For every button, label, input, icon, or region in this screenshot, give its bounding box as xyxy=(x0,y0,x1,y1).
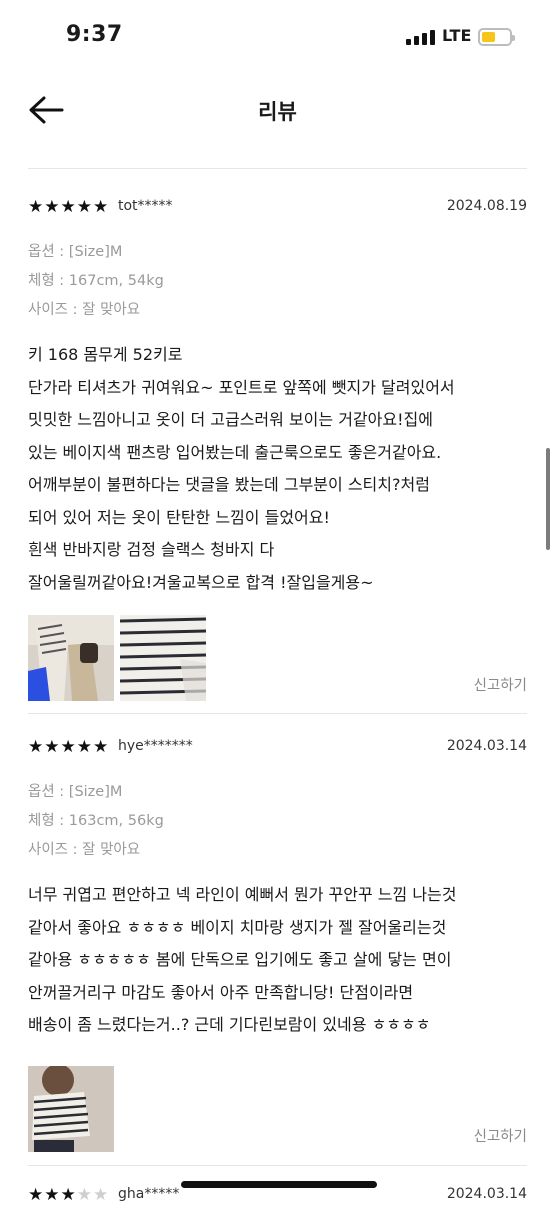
review-photos: 신고하기 xyxy=(28,615,527,701)
scrollbar[interactable] xyxy=(546,448,550,550)
report-button[interactable]: 신고하기 xyxy=(474,1125,527,1146)
star-icon: ★ xyxy=(28,737,45,757)
review-text: 키 168 몸무게 52키로 단가라 티셔츠가 귀여워요~ 포인트로 앞쪽에 뺏… xyxy=(28,345,455,592)
rating-stars: ★★★★★ xyxy=(28,1184,109,1206)
review-photos: 신고하기 xyxy=(28,1065,527,1152)
review-photo[interactable] xyxy=(28,1065,114,1152)
header: 리뷰 xyxy=(0,80,555,140)
signal-icon xyxy=(406,30,436,45)
star-icon: ★ xyxy=(44,737,61,757)
star-icon: ★ xyxy=(44,197,61,217)
reviewer-name: hye******* xyxy=(118,738,193,754)
review-size-fit: 사이즈 : 잘 맞아요 xyxy=(28,302,141,318)
review-divider xyxy=(28,1165,527,1166)
battery-icon xyxy=(478,28,515,46)
rating-stars: ★★★★★ xyxy=(28,736,109,758)
home-indicator xyxy=(181,1181,377,1188)
report-button[interactable]: 신고하기 xyxy=(474,674,527,695)
review-photo[interactable] xyxy=(120,615,206,701)
review-item: ★★★★★ hye******* 2024.03.14 옵션 : [Size]M… xyxy=(28,736,527,1152)
star-icon: ★ xyxy=(28,197,45,217)
reviewer-name: tot***** xyxy=(118,198,173,214)
review-date: 2024.03.14 xyxy=(446,738,527,754)
review-option: 옵션 : [Size]M xyxy=(28,784,123,800)
review-body-type: 체형 : 163cm, 56kg xyxy=(28,813,164,829)
status-bar: 9:37 LTE xyxy=(0,0,555,76)
status-time: 9:37 xyxy=(66,22,123,47)
reviewer-name: gha***** xyxy=(118,1186,180,1202)
review-option: 옵션 : [Size]M xyxy=(28,244,123,260)
page-title: 리뷰 xyxy=(258,100,297,124)
star-icon: ★ xyxy=(44,1185,61,1205)
star-icon: ★ xyxy=(60,197,77,217)
star-icon: ★ xyxy=(93,197,110,217)
network-label: LTE xyxy=(442,26,472,45)
star-icon: ★ xyxy=(28,1185,45,1205)
star-icon: ★ xyxy=(60,737,77,757)
star-icon: ★ xyxy=(76,737,93,757)
star-icon: ★ xyxy=(76,197,93,217)
header-divider xyxy=(28,168,527,169)
rating-stars: ★★★★★ xyxy=(28,196,109,218)
review-date: 2024.03.14 xyxy=(446,1186,527,1202)
star-icon: ★ xyxy=(93,1185,110,1205)
review-date: 2024.08.19 xyxy=(446,198,527,214)
review-size-fit: 사이즈 : 잘 맞아요 xyxy=(28,842,141,858)
review-photo[interactable] xyxy=(28,615,114,701)
review-text: 너무 귀엽고 편안하고 넥 라인이 예뻐서 뭔가 꾸안꾸 느낌 나는것 같아서 … xyxy=(28,885,457,1034)
review-item: ★★★★★ tot***** 2024.08.19 옵션 : [Size]M 체… xyxy=(28,196,527,701)
star-icon: ★ xyxy=(93,737,110,757)
review-divider xyxy=(28,713,527,714)
star-icon: ★ xyxy=(76,1185,93,1205)
review-body-type: 체형 : 167cm, 54kg xyxy=(28,273,164,289)
star-icon: ★ xyxy=(60,1185,77,1205)
